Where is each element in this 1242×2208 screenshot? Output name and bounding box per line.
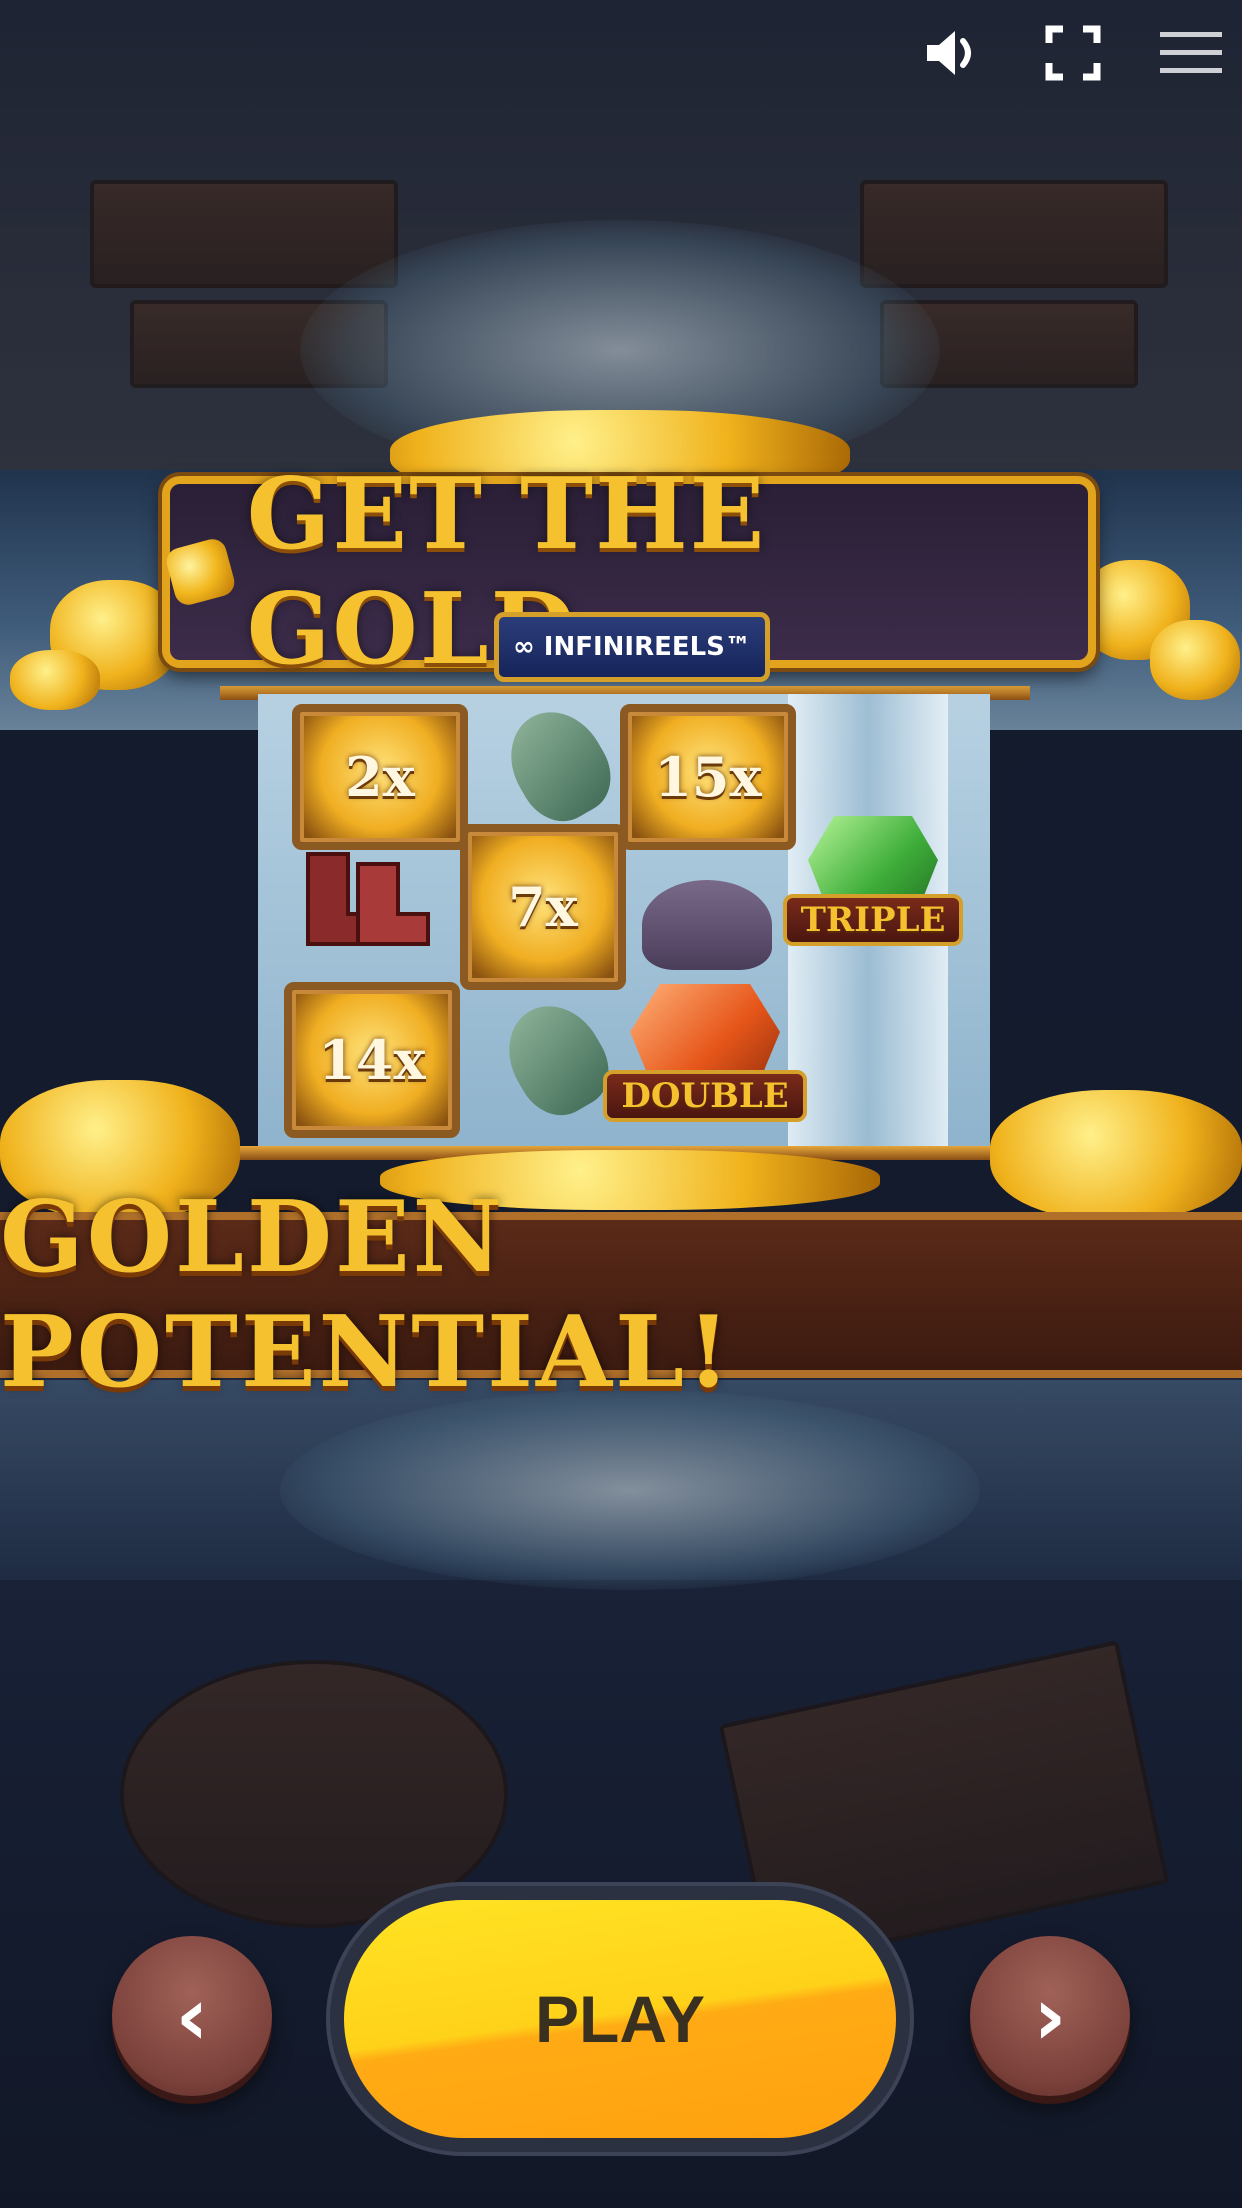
chevron-right-icon: › — [1033, 1969, 1067, 2063]
background-crate — [90, 180, 398, 288]
gold-box-symbol: 15x — [620, 704, 796, 850]
hamburger-menu-icon[interactable] — [1156, 18, 1226, 88]
previous-button[interactable]: ‹ — [112, 1936, 272, 2096]
multiplier-label: 14x — [318, 1028, 426, 1092]
chevron-left-icon: ‹ — [175, 1969, 209, 2063]
waterfall-splash — [280, 1390, 980, 1590]
boots-symbol — [288, 844, 438, 964]
triple-tag: TRIPLE — [782, 894, 964, 946]
promo-banner: GOLDEN POTENTIAL! — [0, 1180, 1242, 1410]
speaker-icon[interactable] — [918, 18, 988, 88]
gold-pile — [10, 650, 100, 710]
fish-symbol — [492, 694, 626, 836]
gold-nugget-icon — [163, 536, 238, 608]
reels-area: 2x 15x 7x TRIPLE 14x DOUBLE — [258, 694, 990, 1154]
multiplier-label: 15x — [654, 745, 762, 809]
orange-gem-symbol: DOUBLE — [603, 984, 807, 1122]
multiplier-label: 2x — [345, 745, 415, 809]
gold-box-symbol: 2x — [292, 704, 468, 850]
hat-symbol — [642, 880, 772, 970]
next-button[interactable]: › — [970, 1936, 1130, 2096]
fish-symbol — [490, 988, 624, 1130]
game-scene: 2x 15x 7x TRIPLE 14x DOUBLE GET THE GOLD… — [0, 0, 1242, 2208]
double-tag: DOUBLE — [603, 1070, 807, 1122]
gold-pile — [1150, 620, 1240, 700]
background-crate — [860, 180, 1168, 288]
play-button[interactable]: PLAY — [344, 1900, 896, 2138]
multiplier-label: 7x — [508, 875, 578, 939]
gold-box-symbol: 7x — [460, 824, 626, 990]
gold-box-symbol: 14x — [284, 982, 460, 1138]
infinireels-badge: ∞ INFINIREELS™ — [494, 612, 770, 682]
fullscreen-icon[interactable] — [1038, 18, 1108, 88]
green-gem-symbol: TRIPLE — [782, 816, 964, 946]
banner-text: GOLDEN POTENTIAL! — [0, 1180, 733, 1410]
